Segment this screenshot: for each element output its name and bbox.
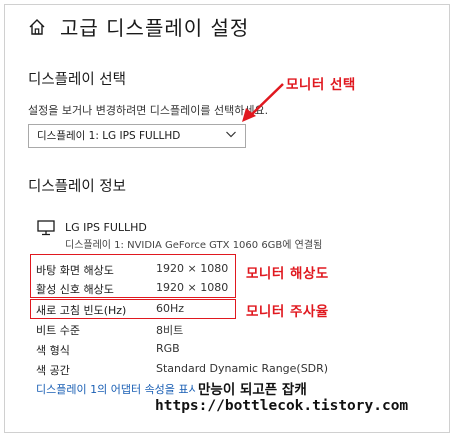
- prop-label-color-space: 색 공간: [36, 364, 70, 377]
- display-select-hint: 설정을 보거나 변경하려면 디스플레이를 선택하세요.: [28, 104, 269, 117]
- display-select-value: 디스플레이 1: LG IPS FULLHD: [37, 130, 181, 142]
- monitor-name: LG IPS FULLHD: [65, 221, 147, 234]
- prop-value-color-format: RGB: [156, 342, 180, 355]
- prop-label-bit-depth: 비트 수준: [36, 324, 80, 337]
- page-title: 고급 디스플레이 설정: [60, 16, 250, 40]
- refresh-highlight-box: [30, 299, 236, 319]
- adapter-properties-link[interactable]: 디스플레이 1의 어댑터 속성을 표시: [36, 381, 199, 397]
- watermark-text: 만능이 되고픈 잡캐: [198, 382, 307, 398]
- prop-value-bit-depth: 8비트: [156, 324, 184, 337]
- monitor-connection: 디스플레이 1: NVIDIA GeForce GTX 1060 6GB에 연결…: [65, 240, 323, 251]
- display-select-dropdown[interactable]: 디스플레이 1: LG IPS FULLHD: [28, 124, 246, 148]
- display-info-heading: 디스플레이 정보: [28, 179, 126, 195]
- chevron-down-icon: [226, 131, 236, 138]
- watermark-url: https://bottlecok.tistory.com: [155, 398, 409, 414]
- resolution-highlight-box: [30, 254, 236, 298]
- annotation-monitor-resolution: 모니터 해상도: [246, 266, 329, 282]
- prop-label-color-format: 색 형식: [36, 344, 70, 357]
- home-icon[interactable]: [28, 18, 46, 36]
- display-select-heading: 디스플레이 선택: [28, 72, 126, 88]
- annotation-monitor-select: 모니터 선택: [286, 77, 356, 93]
- annotation-monitor-refresh: 모니터 주사율: [246, 304, 329, 320]
- prop-value-color-space: Standard Dynamic Range(SDR): [156, 362, 329, 375]
- annotation-arrow: [242, 83, 284, 122]
- monitor-icon: [37, 220, 55, 236]
